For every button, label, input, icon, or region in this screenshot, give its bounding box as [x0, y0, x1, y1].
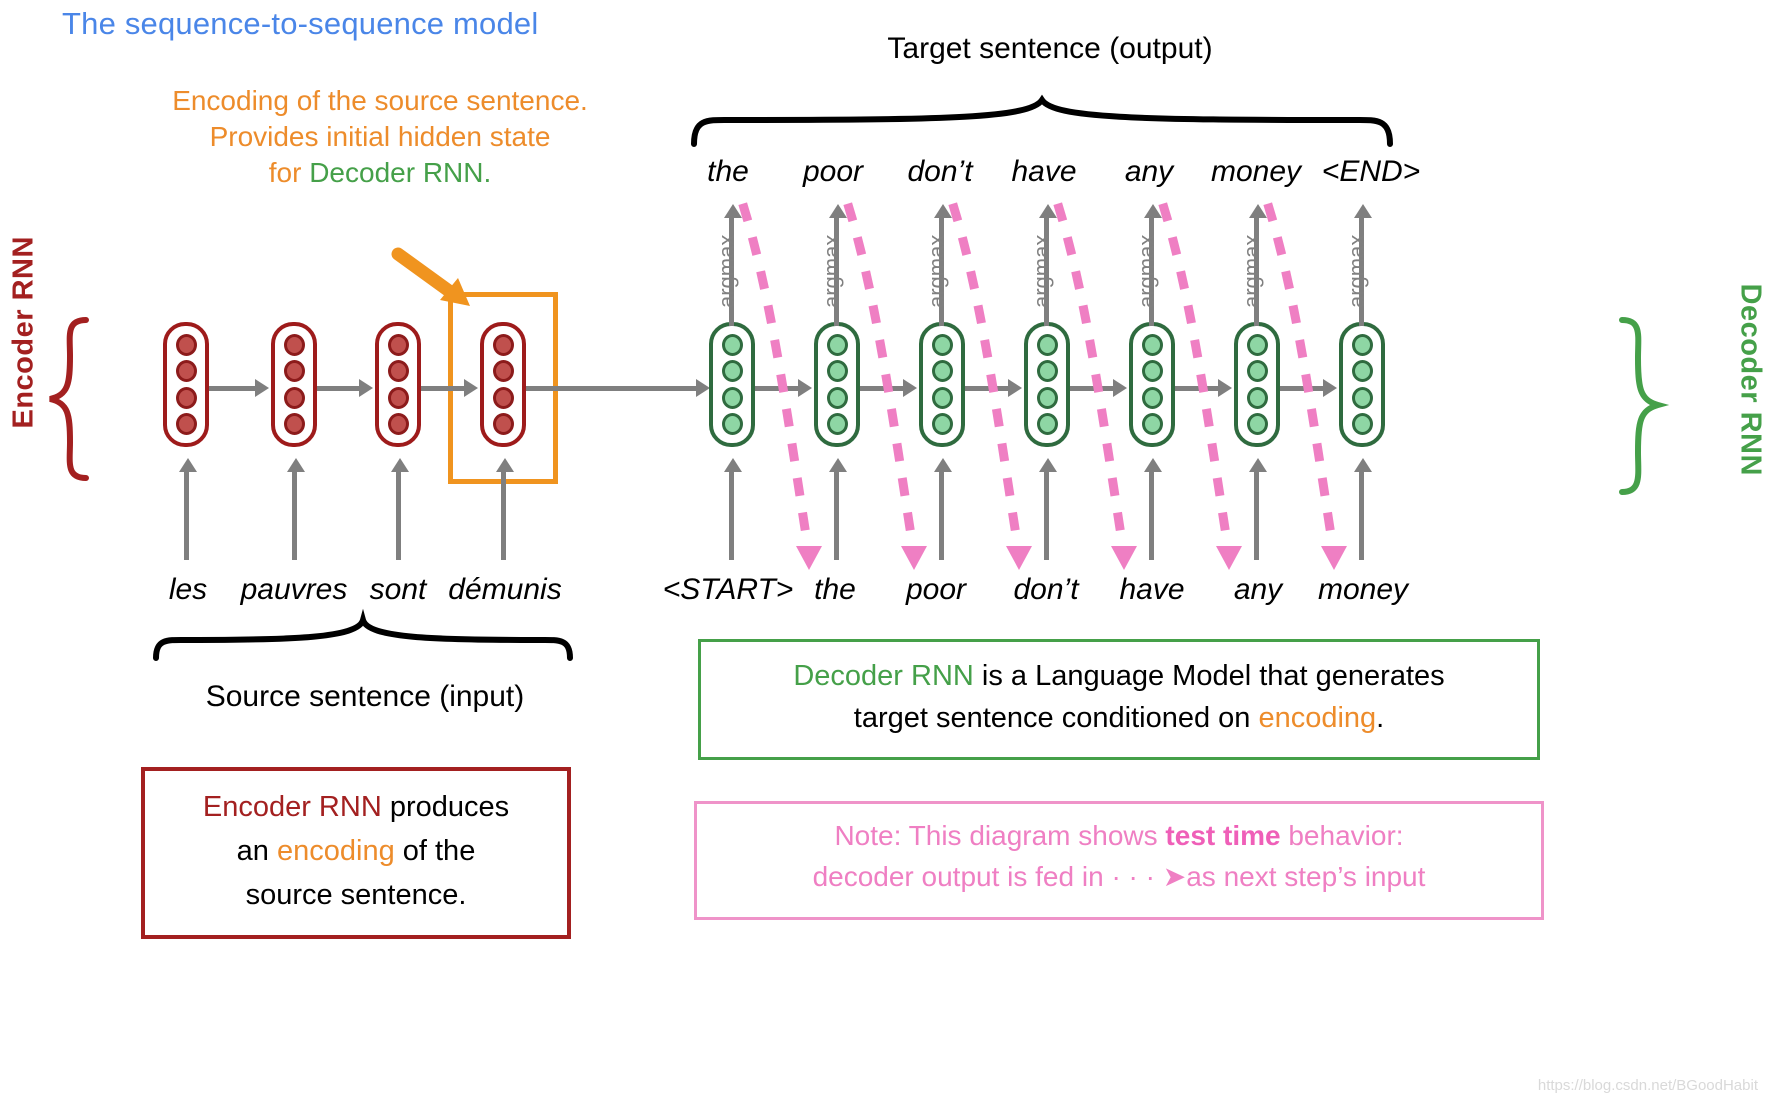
decoder-input-word: have: [1119, 573, 1185, 606]
note-box-line1-bold: test time: [1165, 820, 1281, 851]
decoder-box-line2-post: .: [1376, 702, 1385, 734]
decoder-box-line2-pre: target sentence conditioned on: [853, 702, 1259, 734]
test-time-note-box: Note: This diagram shows test time behav…: [694, 801, 1544, 920]
note-box-line2-arrow-glyph: · · · ➤: [1111, 861, 1187, 892]
note-box-line2-post: as next step’s input: [1186, 861, 1426, 892]
decoder-rnn-description-box: Decoder RNN is a Language Model that gen…: [698, 639, 1540, 760]
decoder-box-line1: Decoder RNN is a Language Model that gen…: [701, 655, 1537, 697]
decoder-input-word: poor: [905, 573, 967, 606]
decoder-box-line1-green: Decoder RNN: [793, 660, 974, 692]
note-box-line1-post: behavior:: [1280, 820, 1404, 851]
decoder-input-word: the: [814, 573, 856, 606]
note-box-line2: decoder output is fed in · · · ➤as next …: [697, 856, 1541, 897]
feedback-arrowheads: [796, 546, 1347, 570]
encoder-box-line2-encoding: encoding: [276, 835, 395, 867]
decoder-box-line2-encoding: encoding: [1258, 702, 1377, 734]
encoder-rnn-description-box: Encoder RNN produces an encoding of the …: [141, 767, 571, 939]
encoder-box-line2: an encoding of the: [145, 829, 567, 873]
note-box-line1-pre: Note: This diagram shows: [834, 820, 1166, 851]
encoder-box-line1-red: Encoder RNN: [202, 791, 382, 823]
encoder-box-line3: source sentence.: [245, 879, 467, 911]
encoder-box-line2-pre: an: [236, 835, 277, 867]
decoder-box-line2: target sentence conditioned on encoding.: [701, 697, 1537, 739]
note-box-line2-pre: decoder output is fed in: [812, 861, 1112, 892]
watermark: https://blog.csdn.net/BGoodHabit: [1537, 1077, 1758, 1094]
note-box-line1: Note: This diagram shows test time behav…: [697, 815, 1541, 856]
encoder-box-line2-post: of the: [394, 835, 476, 867]
encoder-box-line1-rest: produces: [381, 791, 510, 823]
decoder-input-word: any: [1233, 573, 1283, 606]
decoder-input-word: money: [1317, 573, 1409, 606]
encoder-box-line1: Encoder RNN produces: [145, 785, 567, 829]
decoder-input-word: <START>: [662, 573, 794, 606]
decoder-input-word: don’t: [1013, 573, 1079, 606]
decoder-box-line1-rest: is a Language Model that generates: [973, 660, 1445, 692]
